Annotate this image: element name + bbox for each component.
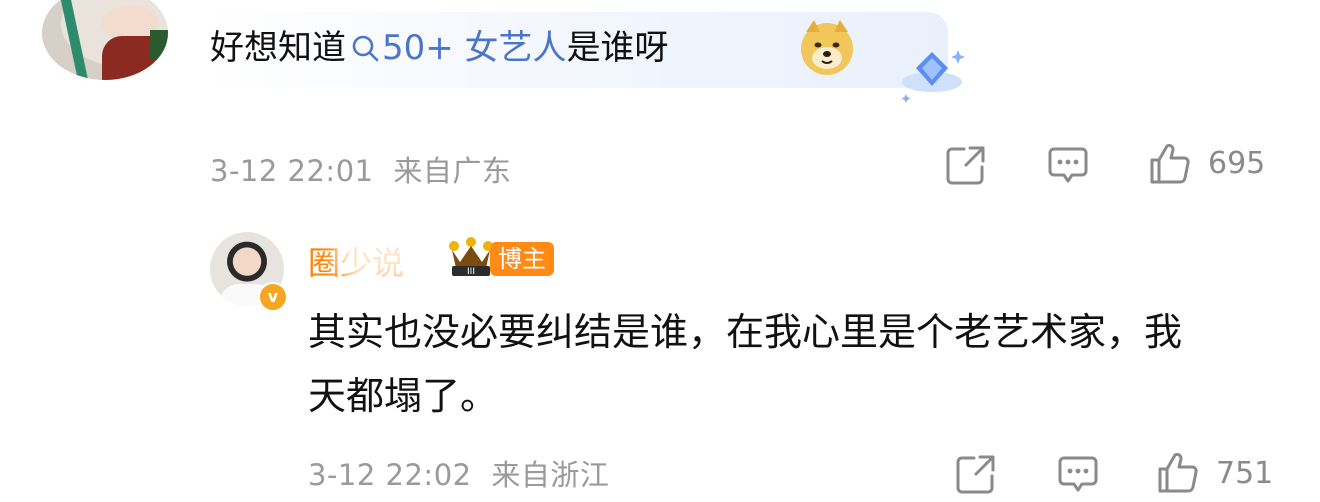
like-count: 751 — [1216, 456, 1274, 491]
comment-meta: 3-12 22:01 来自广东 — [210, 148, 511, 190]
share-icon[interactable] — [944, 143, 988, 187]
svg-text:III: III — [467, 267, 475, 277]
search-icon — [352, 35, 379, 62]
doge-emoji — [801, 20, 853, 75]
reply-meta: 3-12 22:02 来自浙江 — [308, 452, 609, 494]
comment-icon[interactable] — [1056, 452, 1100, 496]
comment-location: 来自广东 — [393, 154, 512, 188]
search-topic-label: 50+ 女艺人 — [382, 28, 567, 68]
share-icon[interactable] — [954, 452, 998, 496]
comment-text-after: 是谁呀 — [566, 28, 669, 68]
comment-icon[interactable] — [1046, 143, 1090, 187]
reply-text: 其实也没必要纠结是谁，在我心里是个老艺术家，我天都塌了。 — [308, 310, 1183, 418]
reply-location: 来自浙江 — [491, 458, 610, 492]
search-topic-link[interactable]: 50+ 女艺人 — [346, 26, 567, 70]
gem-badge-icon — [901, 50, 965, 102]
like-icon[interactable] — [1156, 451, 1200, 495]
like-count: 695 — [1208, 146, 1266, 181]
reply-date: 3-12 22:02 — [308, 458, 472, 492]
verified-icon: v — [258, 282, 288, 312]
comment-text: 好想知道 50+ 女艺人 是谁呀 — [210, 26, 669, 70]
like-icon[interactable] — [1148, 142, 1192, 186]
username-blur — [336, 216, 452, 282]
blogger-badge: 博主 — [490, 242, 554, 276]
commenter-avatar[interactable] — [42, 0, 168, 80]
comment-date: 3-12 22:01 — [210, 154, 374, 188]
comment-text-before: 好想知道 — [210, 28, 346, 68]
crown-icon: III — [449, 237, 493, 277]
